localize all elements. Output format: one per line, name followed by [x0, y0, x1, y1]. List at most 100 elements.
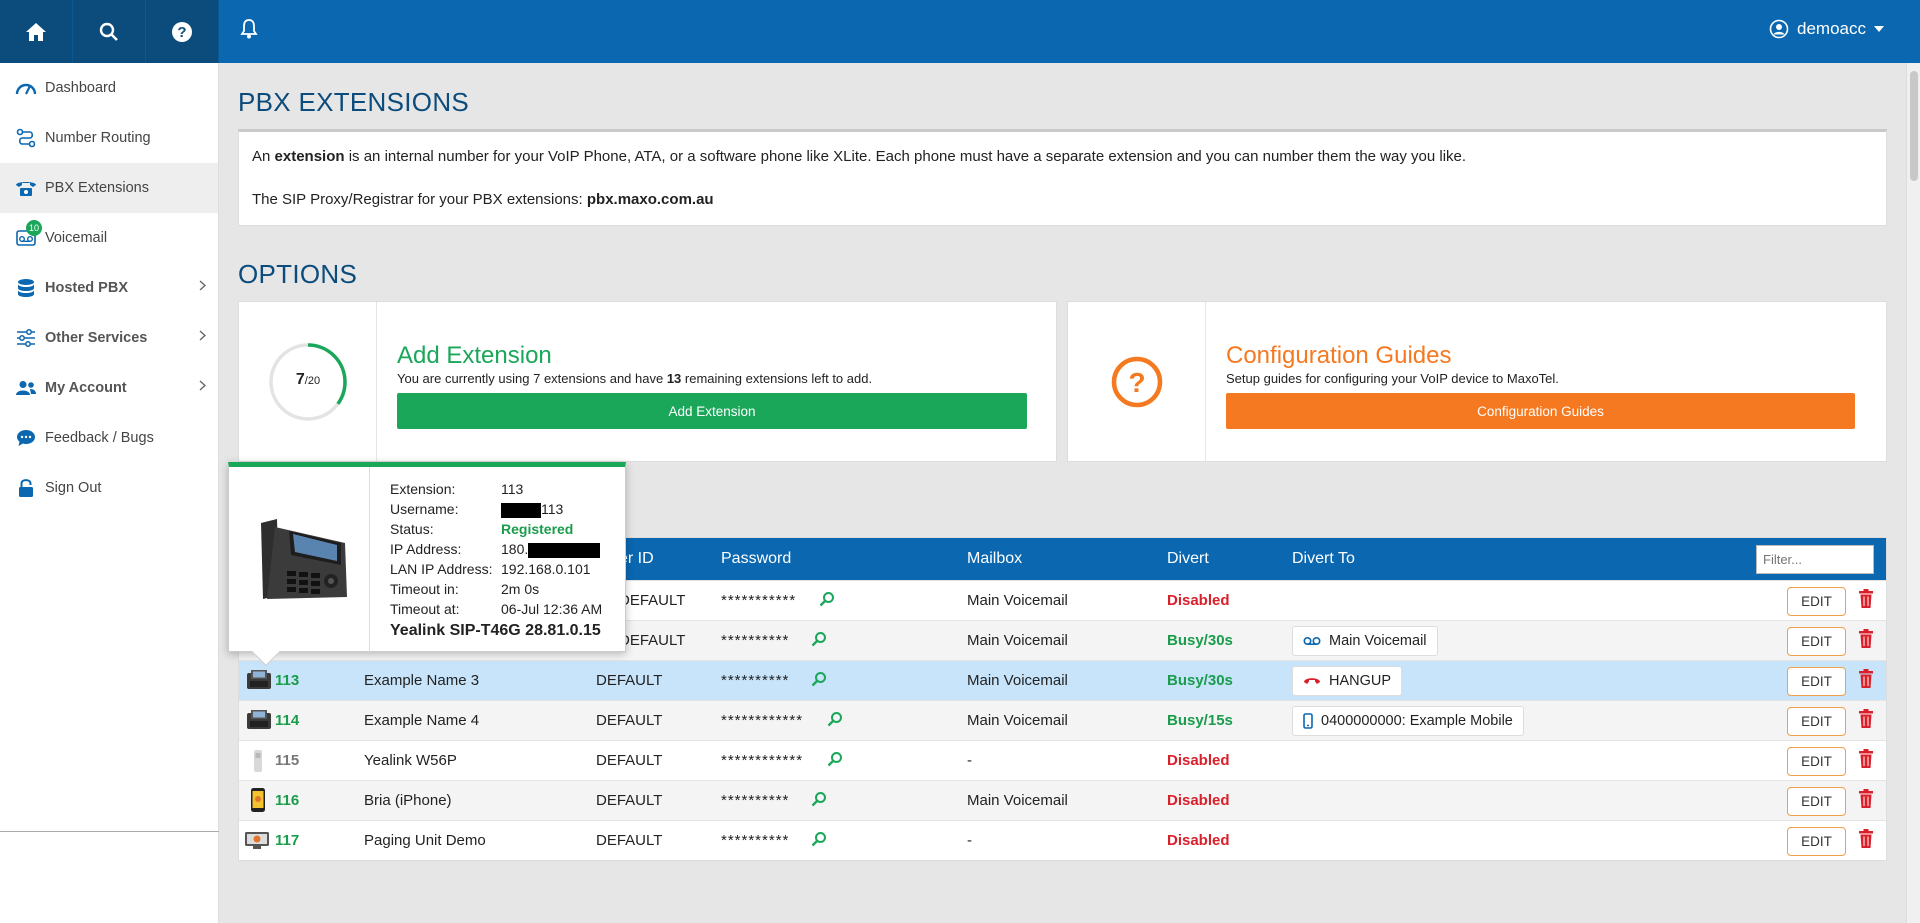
- help-button[interactable]: ?: [146, 0, 219, 63]
- sidebar-item-other-services[interactable]: Other Services: [0, 313, 218, 363]
- configuration-guides-title: Configuration Guides: [1226, 342, 1452, 369]
- extension-number[interactable]: 115: [275, 752, 299, 769]
- search-button[interactable]: [73, 0, 146, 63]
- username-label: demoacc: [1797, 19, 1866, 38]
- sidebar-item-label: Number Routing: [45, 130, 151, 146]
- edit-button[interactable]: EDIT: [1787, 747, 1846, 776]
- trash-icon[interactable]: [1858, 709, 1874, 729]
- device-model: Yealink SIP-T46G 28.81.0.15: [390, 622, 601, 639]
- edit-button[interactable]: EDIT: [1787, 707, 1846, 736]
- user-menu[interactable]: demoacc: [1769, 19, 1884, 39]
- col-mailbox[interactable]: Mailbox: [967, 550, 1022, 568]
- table-row[interactable]: 115 Yealink W56P DEFAULT ************ - …: [239, 740, 1886, 780]
- sidebar-item-dashboard[interactable]: Dashboard: [0, 63, 218, 113]
- sidebar-item-label: Dashboard: [45, 80, 116, 96]
- col-password[interactable]: Password: [721, 550, 791, 568]
- table-row[interactable]: 113 Example Name 3 DEFAULT ********** Ma…: [239, 660, 1886, 700]
- desk-phone-image: [261, 518, 347, 599]
- sidebar-item-pbx-extensions[interactable]: PBX Extensions: [0, 163, 218, 213]
- reveal-password-icon[interactable]: [811, 631, 827, 647]
- hangup-icon: [1304, 678, 1320, 684]
- database-icon: [14, 277, 38, 299]
- trash-icon[interactable]: [1858, 669, 1874, 689]
- edit-button[interactable]: EDIT: [1787, 627, 1846, 656]
- desk-phone-icon: [247, 710, 271, 729]
- add-extension-description: You are currently using 7 extensions and…: [397, 371, 873, 386]
- sidebar-item-label: Other Services: [45, 330, 148, 346]
- question-circle-icon: ?: [1111, 356, 1162, 407]
- reveal-password-icon[interactable]: [811, 831, 827, 847]
- divert-status: Busy/15s: [1167, 712, 1233, 729]
- caller-id-cell: DEFAULT: [619, 632, 686, 649]
- sidebar-item-label: PBX Extensions: [45, 180, 149, 196]
- sidebar-item-voicemail[interactable]: 10 Voicemail: [0, 213, 218, 263]
- user-circle-icon: [1769, 19, 1789, 39]
- extension-number[interactable]: 114: [275, 712, 299, 729]
- configuration-guides-button[interactable]: Configuration Guides: [1226, 393, 1855, 429]
- sidebar-item-feedback[interactable]: Feedback / Bugs: [0, 413, 218, 463]
- search-icon: [99, 22, 118, 41]
- reveal-password-icon[interactable]: [827, 711, 843, 727]
- top-bar: ? demoacc: [0, 0, 1920, 63]
- page-scrollbar[interactable]: [1906, 63, 1920, 923]
- col-divert[interactable]: Divert: [1167, 550, 1209, 568]
- reveal-password-icon[interactable]: [827, 751, 843, 767]
- extension-number[interactable]: 116: [275, 792, 299, 809]
- mailbox-cell: Main Voicemail: [967, 672, 1068, 689]
- svg-text:?: ?: [177, 24, 186, 41]
- divert-target-hangup[interactable]: HANGUP: [1292, 666, 1403, 696]
- password-cell: ************: [721, 752, 804, 769]
- add-extension-card: 7/20 Add Extension You are currently usi…: [238, 301, 1057, 462]
- edit-button[interactable]: EDIT: [1787, 827, 1846, 856]
- notifications-button[interactable]: [240, 18, 258, 44]
- reveal-password-icon[interactable]: [811, 671, 827, 687]
- scrollbar-thumb[interactable]: [1910, 71, 1918, 181]
- voicemail-icon: [1303, 636, 1321, 646]
- table-row[interactable]: 114 Example Name 4 DEFAULT ************ …: [239, 700, 1886, 740]
- trash-icon[interactable]: [1858, 629, 1874, 649]
- page-title: PBX EXTENSIONS: [238, 87, 470, 117]
- divert-status: Disabled: [1167, 592, 1230, 609]
- extension-usage-gauge: 7/20: [239, 302, 377, 461]
- chat-icon: [14, 427, 38, 449]
- table-row[interactable]: 117 Paging Unit Demo DEFAULT ********** …: [239, 820, 1886, 860]
- sidebar-item-sign-out[interactable]: Sign Out: [0, 463, 218, 513]
- table-row[interactable]: 116 Bria (iPhone) DEFAULT ********** Mai…: [239, 780, 1886, 820]
- mailbox-cell: Main Voicemail: [967, 792, 1068, 809]
- sidebar-item-hosted-pbx[interactable]: Hosted PBX: [0, 263, 218, 313]
- top-nav-buttons: ?: [0, 0, 219, 63]
- chevron-right-icon: [199, 330, 206, 341]
- sidebar-item-number-routing[interactable]: Number Routing: [0, 113, 218, 163]
- divert-status: Busy/30s: [1167, 632, 1233, 649]
- lock-icon: [14, 477, 38, 499]
- add-extension-button[interactable]: Add Extension: [397, 393, 1027, 429]
- col-divert-to[interactable]: Divert To: [1292, 550, 1355, 568]
- extension-number[interactable]: 117: [275, 832, 299, 849]
- sidebar-item-label: Feedback / Bugs: [45, 430, 154, 446]
- edit-button[interactable]: EDIT: [1787, 667, 1846, 696]
- mailbox-cell: Main Voicemail: [967, 592, 1068, 609]
- mobile-phone-icon: [1303, 713, 1313, 729]
- smartphone-icon: [251, 788, 265, 812]
- trash-icon[interactable]: [1858, 829, 1874, 849]
- chevron-right-icon: [199, 280, 206, 291]
- divert-target-mobile[interactable]: 0400000000: Example Mobile: [1292, 706, 1524, 736]
- edit-button[interactable]: EDIT: [1787, 787, 1846, 816]
- extension-number[interactable]: 113: [275, 672, 299, 689]
- reveal-password-icon[interactable]: [811, 791, 827, 807]
- caller-id-cell: DEFAULT: [619, 592, 686, 609]
- users-icon: [14, 377, 38, 399]
- password-cell: **********: [721, 792, 790, 809]
- table-filter-input[interactable]: [1756, 545, 1874, 574]
- trash-icon[interactable]: [1858, 589, 1874, 609]
- trash-icon[interactable]: [1858, 749, 1874, 769]
- trash-icon[interactable]: [1858, 789, 1874, 809]
- divert-target-voicemail[interactable]: Main Voicemail: [1292, 626, 1438, 656]
- speedometer-icon: [14, 77, 38, 99]
- home-button[interactable]: [0, 0, 73, 63]
- edit-button[interactable]: EDIT: [1787, 587, 1846, 616]
- divert-target-label: HANGUP: [1329, 673, 1392, 689]
- reveal-password-icon[interactable]: [819, 591, 835, 607]
- add-extension-title: Add Extension: [397, 342, 552, 369]
- sidebar-item-my-account[interactable]: My Account: [0, 363, 218, 413]
